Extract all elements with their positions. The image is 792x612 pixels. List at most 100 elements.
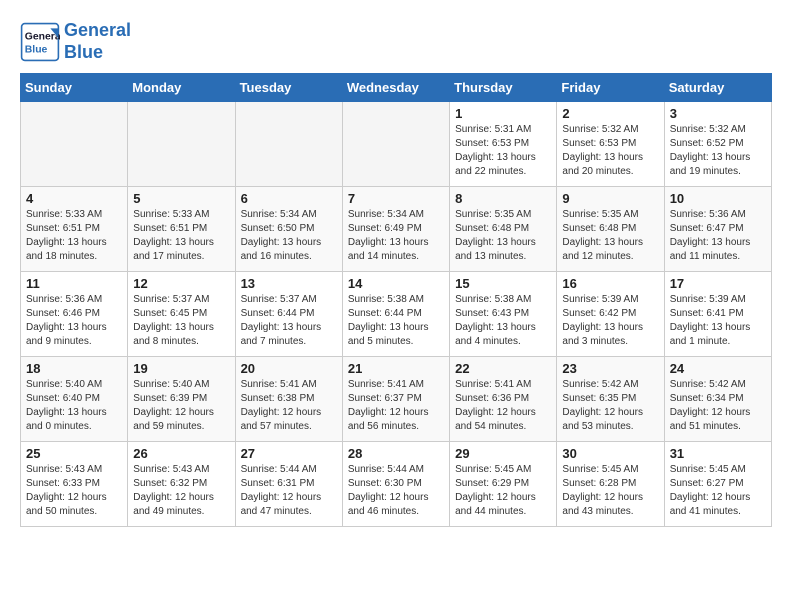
day-number: 28 <box>348 446 444 461</box>
day-info: Sunrise: 5:43 AM Sunset: 6:32 PM Dayligh… <box>133 463 229 519</box>
day-number: 3 <box>670 106 766 121</box>
calendar-week-row: 11 Sunrise: 5:36 AM Sunset: 6:46 PM Dayli… <box>21 272 772 357</box>
day-info: Sunrise: 5:41 AM Sunset: 6:37 PM Dayligh… <box>348 378 444 434</box>
day-number: 29 <box>455 446 551 461</box>
calendar-cell: 21 Sunrise: 5:41 AM Sunset: 6:37 PM Dayli… <box>342 357 449 442</box>
day-info: Sunrise: 5:38 AM Sunset: 6:44 PM Dayligh… <box>348 293 444 349</box>
day-info: Sunrise: 5:34 AM Sunset: 6:50 PM Dayligh… <box>241 208 337 264</box>
calendar-cell: 8 Sunrise: 5:35 AM Sunset: 6:48 PM Daylig… <box>450 187 557 272</box>
day-number: 13 <box>241 276 337 291</box>
day-number: 31 <box>670 446 766 461</box>
weekday-header-sunday: Sunday <box>21 74 128 102</box>
calendar-week-row: 1 Sunrise: 5:31 AM Sunset: 6:53 PM Daylig… <box>21 102 772 187</box>
day-info: Sunrise: 5:37 AM Sunset: 6:45 PM Dayligh… <box>133 293 229 349</box>
day-number: 9 <box>562 191 658 206</box>
day-info: Sunrise: 5:39 AM Sunset: 6:42 PM Dayligh… <box>562 293 658 349</box>
day-info: Sunrise: 5:36 AM Sunset: 6:46 PM Dayligh… <box>26 293 122 349</box>
day-info: Sunrise: 5:44 AM Sunset: 6:31 PM Dayligh… <box>241 463 337 519</box>
day-info: Sunrise: 5:32 AM Sunset: 6:52 PM Dayligh… <box>670 123 766 179</box>
calendar-cell <box>235 102 342 187</box>
weekday-header-tuesday: Tuesday <box>235 74 342 102</box>
day-info: Sunrise: 5:42 AM Sunset: 6:35 PM Dayligh… <box>562 378 658 434</box>
logo: General Blue GeneralBlue <box>20 20 131 63</box>
calendar-cell: 6 Sunrise: 5:34 AM Sunset: 6:50 PM Daylig… <box>235 187 342 272</box>
day-number: 20 <box>241 361 337 376</box>
calendar-cell <box>342 102 449 187</box>
day-info: Sunrise: 5:31 AM Sunset: 6:53 PM Dayligh… <box>455 123 551 179</box>
svg-text:Blue: Blue <box>25 44 48 55</box>
calendar-cell: 4 Sunrise: 5:33 AM Sunset: 6:51 PM Daylig… <box>21 187 128 272</box>
calendar-cell: 2Sunrise: 5:32 AM Sunset: 6:53 PM Daylig… <box>557 102 664 187</box>
calendar-cell: 1 Sunrise: 5:31 AM Sunset: 6:53 PM Daylig… <box>450 102 557 187</box>
day-info: Sunrise: 5:40 AM Sunset: 6:40 PM Dayligh… <box>26 378 122 434</box>
day-info: Sunrise: 5:37 AM Sunset: 6:44 PM Dayligh… <box>241 293 337 349</box>
day-number: 1 <box>455 106 551 121</box>
calendar-cell: 16 Sunrise: 5:39 AM Sunset: 6:42 PM Dayli… <box>557 272 664 357</box>
day-number: 21 <box>348 361 444 376</box>
calendar-cell: 27 Sunrise: 5:44 AM Sunset: 6:31 PM Dayli… <box>235 442 342 527</box>
day-info: Sunrise: 5:41 AM Sunset: 6:36 PM Dayligh… <box>455 378 551 434</box>
day-info: Sunrise: 5:44 AM Sunset: 6:30 PM Dayligh… <box>348 463 444 519</box>
calendar-cell: 11 Sunrise: 5:36 AM Sunset: 6:46 PM Dayli… <box>21 272 128 357</box>
day-info: Sunrise: 5:41 AM Sunset: 6:38 PM Dayligh… <box>241 378 337 434</box>
weekday-header-saturday: Saturday <box>664 74 771 102</box>
calendar-cell: 9 Sunrise: 5:35 AM Sunset: 6:48 PM Daylig… <box>557 187 664 272</box>
calendar-cell: 30Sunrise: 5:45 AM Sunset: 6:28 PM Dayli… <box>557 442 664 527</box>
day-number: 26 <box>133 446 229 461</box>
calendar-cell: 14 Sunrise: 5:38 AM Sunset: 6:44 PM Dayli… <box>342 272 449 357</box>
day-info: Sunrise: 5:33 AM Sunset: 6:51 PM Dayligh… <box>26 208 122 264</box>
calendar-cell <box>21 102 128 187</box>
calendar-cell: 25 Sunrise: 5:43 AM Sunset: 6:33 PM Dayli… <box>21 442 128 527</box>
day-number: 25 <box>26 446 122 461</box>
calendar-table: SundayMondayTuesdayWednesdayThursdayFrid… <box>20 73 772 527</box>
calendar-cell: 28 Sunrise: 5:44 AM Sunset: 6:30 PM Dayli… <box>342 442 449 527</box>
day-number: 18 <box>26 361 122 376</box>
weekday-header-friday: Friday <box>557 74 664 102</box>
day-number: 5 <box>133 191 229 206</box>
day-info: Sunrise: 5:38 AM Sunset: 6:43 PM Dayligh… <box>455 293 551 349</box>
day-info: Sunrise: 5:36 AM Sunset: 6:47 PM Dayligh… <box>670 208 766 264</box>
weekday-header-monday: Monday <box>128 74 235 102</box>
calendar-cell: 19Sunrise: 5:40 AM Sunset: 6:39 PM Dayli… <box>128 357 235 442</box>
day-number: 19 <box>133 361 229 376</box>
calendar-cell <box>128 102 235 187</box>
weekday-header-row: SundayMondayTuesdayWednesdayThursdayFrid… <box>21 74 772 102</box>
calendar-cell: 23 Sunrise: 5:42 AM Sunset: 6:35 PM Dayli… <box>557 357 664 442</box>
day-info: Sunrise: 5:35 AM Sunset: 6:48 PM Dayligh… <box>562 208 658 264</box>
calendar-cell: 17Sunrise: 5:39 AM Sunset: 6:41 PM Dayli… <box>664 272 771 357</box>
day-info: Sunrise: 5:43 AM Sunset: 6:33 PM Dayligh… <box>26 463 122 519</box>
day-info: Sunrise: 5:39 AM Sunset: 6:41 PM Dayligh… <box>670 293 766 349</box>
calendar-cell: 7Sunrise: 5:34 AM Sunset: 6:49 PM Daylig… <box>342 187 449 272</box>
calendar-cell: 24 Sunrise: 5:42 AM Sunset: 6:34 PM Dayli… <box>664 357 771 442</box>
day-number: 4 <box>26 191 122 206</box>
calendar-cell: 12 Sunrise: 5:37 AM Sunset: 6:45 PM Dayli… <box>128 272 235 357</box>
page-header: General Blue GeneralBlue <box>20 20 772 63</box>
day-number: 12 <box>133 276 229 291</box>
day-info: Sunrise: 5:33 AM Sunset: 6:51 PM Dayligh… <box>133 208 229 264</box>
day-number: 6 <box>241 191 337 206</box>
calendar-week-row: 18 Sunrise: 5:40 AM Sunset: 6:40 PM Dayli… <box>21 357 772 442</box>
day-number: 23 <box>562 361 658 376</box>
weekday-header-wednesday: Wednesday <box>342 74 449 102</box>
weekday-header-thursday: Thursday <box>450 74 557 102</box>
day-number: 24 <box>670 361 766 376</box>
calendar-cell: 10 Sunrise: 5:36 AM Sunset: 6:47 PM Dayli… <box>664 187 771 272</box>
day-info: Sunrise: 5:35 AM Sunset: 6:48 PM Dayligh… <box>455 208 551 264</box>
calendar-cell: 13 Sunrise: 5:37 AM Sunset: 6:44 PM Dayli… <box>235 272 342 357</box>
day-info: Sunrise: 5:32 AM Sunset: 6:53 PM Dayligh… <box>562 123 658 179</box>
day-number: 10 <box>670 191 766 206</box>
logo-text: GeneralBlue <box>64 20 131 63</box>
calendar-cell: 31 Sunrise: 5:45 AM Sunset: 6:27 PM Dayli… <box>664 442 771 527</box>
day-info: Sunrise: 5:45 AM Sunset: 6:27 PM Dayligh… <box>670 463 766 519</box>
day-info: Sunrise: 5:45 AM Sunset: 6:28 PM Dayligh… <box>562 463 658 519</box>
calendar-cell: 26 Sunrise: 5:43 AM Sunset: 6:32 PM Dayli… <box>128 442 235 527</box>
day-number: 8 <box>455 191 551 206</box>
logo-icon: General Blue <box>20 22 60 62</box>
day-number: 27 <box>241 446 337 461</box>
day-info: Sunrise: 5:42 AM Sunset: 6:34 PM Dayligh… <box>670 378 766 434</box>
day-number: 11 <box>26 276 122 291</box>
calendar-cell: 15Sunrise: 5:38 AM Sunset: 6:43 PM Dayli… <box>450 272 557 357</box>
day-number: 16 <box>562 276 658 291</box>
day-number: 14 <box>348 276 444 291</box>
calendar-week-row: 4 Sunrise: 5:33 AM Sunset: 6:51 PM Daylig… <box>21 187 772 272</box>
